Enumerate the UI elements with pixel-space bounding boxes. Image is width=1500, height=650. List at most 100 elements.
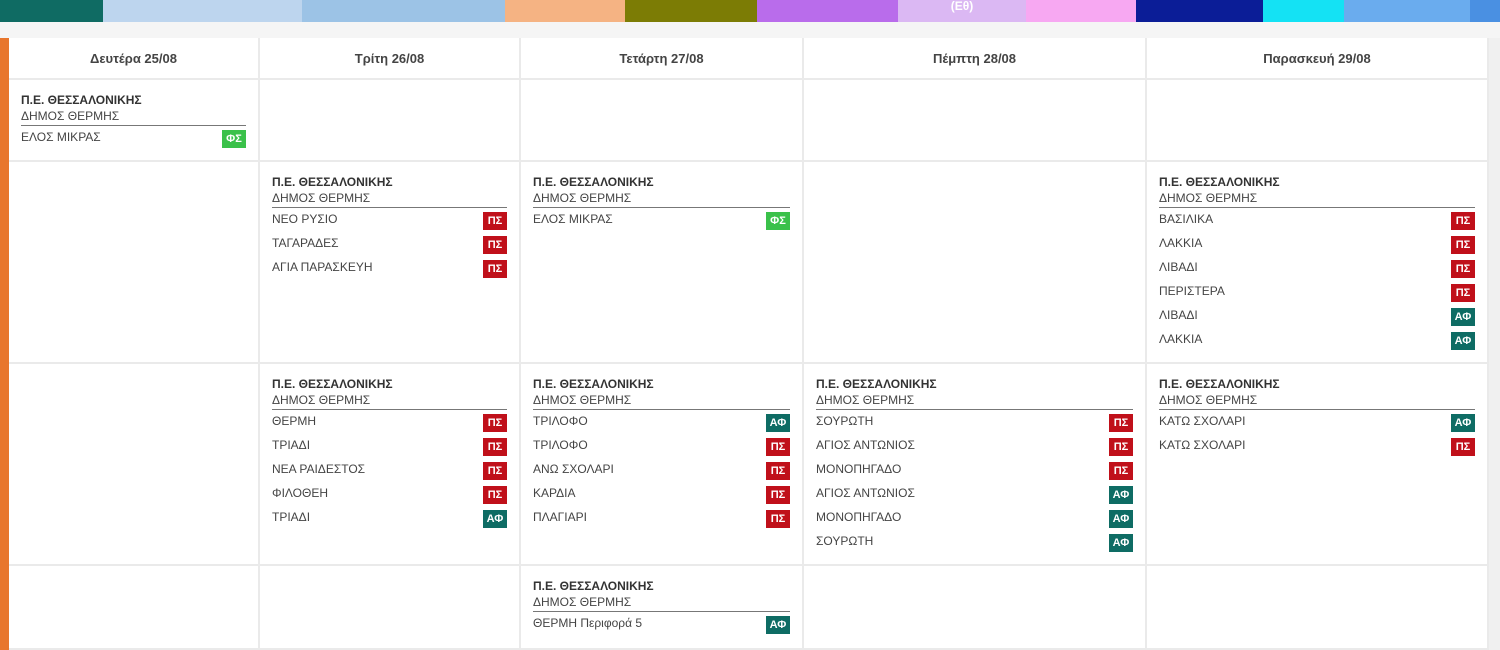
day-cell[interactable]: Π.Ε. ΘΕΣΣΑΛΟΝΙΚΗΣ ΔΗΜΟΣ ΘΕΡΜΗΣ ΝΕΟ ΡΥΣΙΟ ΠΣ…	[260, 162, 521, 364]
schedule-entry[interactable]: Π.Ε. ΘΕΣΣΑΛΟΝΙΚΗΣ ΔΗΜΟΣ ΘΕΡΜΗΣ ΤΡΙΛΟΦΟ ΑΦ ΤΡ…	[533, 376, 790, 533]
day-cell[interactable]: Π.Ε. ΘΕΣΣΑΛΟΝΙΚΗΣ ΔΗΜΟΣ ΘΕΡΜΗΣ ΤΡΙΛΟΦΟ ΑΦ ΤΡ…	[521, 364, 804, 566]
legend-color-segment[interactable]	[302, 0, 505, 22]
type-badge[interactable]: ΑΦ	[766, 616, 790, 634]
type-badge[interactable]: ΑΦ	[1451, 332, 1475, 350]
legend-color-segment[interactable]	[625, 0, 757, 22]
location-name: ΜΟΝΟΠΗΓΑΔΟ	[816, 510, 902, 524]
location-item[interactable]: ΣΟΥΡΩΤΗ ΑΦ	[816, 533, 1133, 557]
schedule-entry[interactable]: Π.Ε. ΘΕΣΣΑΛΟΝΙΚΗΣ ΔΗΜΟΣ ΘΕΡΜΗΣ ΘΕΡΜΗ ΠΣ ΤΡΙΑ…	[272, 376, 507, 533]
type-badge[interactable]: ΠΣ	[1451, 260, 1475, 278]
type-badge[interactable]: ΑΦ	[1109, 534, 1133, 552]
type-badge[interactable]: ΑΦ	[1109, 486, 1133, 504]
location-item[interactable]: ΦΙΛΟΘΕΗ ΠΣ	[272, 485, 507, 509]
type-badge[interactable]: ΠΣ	[483, 260, 507, 278]
location-item[interactable]: ΕΛΟΣ ΜΙΚΡΑΣ ΦΣ	[533, 211, 790, 235]
location-item[interactable]: ΜΟΝΟΠΗΓΑΔΟ ΑΦ	[816, 509, 1133, 533]
schedule-entry[interactable]: Π.Ε. ΘΕΣΣΑΛΟΝΙΚΗΣ ΔΗΜΟΣ ΘΕΡΜΗΣ ΕΛΟΣ ΜΙΚΡΑΣ…	[21, 92, 246, 153]
type-badge[interactable]: ΠΣ	[1451, 438, 1475, 456]
location-name: ΕΛΟΣ ΜΙΚΡΑΣ	[533, 212, 613, 226]
type-badge[interactable]: ΠΣ	[766, 486, 790, 504]
schedule-entry[interactable]: Π.Ε. ΘΕΣΣΑΛΟΝΙΚΗΣ ΔΗΜΟΣ ΘΕΡΜΗΣ ΒΑΣΙΛΙΚΑ ΠΣ Λ…	[1159, 174, 1475, 355]
day-cell[interactable]: Π.Ε. ΘΕΣΣΑΛΟΝΙΚΗΣ ΔΗΜΟΣ ΘΕΡΜΗΣ ΒΑΣΙΛΙΚΑ ΠΣ Λ…	[1147, 162, 1489, 364]
location-item[interactable]: ΝΕΑ ΡΑΙΔΕΣΤΟΣ ΠΣ	[272, 461, 507, 485]
location-item[interactable]: ΤΡΙΛΟΦΟ ΑΦ	[533, 413, 790, 437]
legend-color-segment[interactable]	[0, 0, 103, 22]
type-badge[interactable]: ΠΣ	[766, 438, 790, 456]
location-item[interactable]: ΕΛΟΣ ΜΙΚΡΑΣ ΦΣ	[21, 129, 246, 153]
legend-color-segment[interactable]	[1263, 0, 1344, 22]
location-item[interactable]: ΘΕΡΜΗ Περιφορά 5 ΑΦ	[533, 615, 790, 639]
legend-color-segment[interactable]	[1136, 0, 1263, 22]
location-item[interactable]: ΝΕΟ ΡΥΣΙΟ ΠΣ	[272, 211, 507, 235]
type-badge[interactable]: ΠΣ	[766, 462, 790, 480]
type-badge[interactable]: ΑΦ	[1109, 510, 1133, 528]
location-item[interactable]: ΠΛΑΓΙΑΡΙ ΠΣ	[533, 509, 790, 533]
legend-color-segment[interactable]	[757, 0, 898, 22]
type-badge[interactable]: ΠΣ	[1109, 438, 1133, 456]
type-badge[interactable]: ΠΣ	[1451, 212, 1475, 230]
schedule-entry[interactable]: Π.Ε. ΘΕΣΣΑΛΟΝΙΚΗΣ ΔΗΜΟΣ ΘΕΡΜΗΣ ΘΕΡΜΗ Περιφ…	[533, 578, 790, 639]
schedule-entry[interactable]: Π.Ε. ΘΕΣΣΑΛΟΝΙΚΗΣ ΔΗΜΟΣ ΘΕΡΜΗΣ ΚΑΤΩ ΣΧΟΛΑΡ…	[1159, 376, 1475, 461]
type-badge[interactable]: ΠΣ	[483, 236, 507, 254]
location-item[interactable]: ΚΑΡΔΙΑ ΠΣ	[533, 485, 790, 509]
schedule-entry[interactable]: Π.Ε. ΘΕΣΣΑΛΟΝΙΚΗΣ ΔΗΜΟΣ ΘΕΡΜΗΣ ΝΕΟ ΡΥΣΙΟ ΠΣ…	[272, 174, 507, 283]
type-badge[interactable]: ΠΣ	[1451, 284, 1475, 302]
type-badge[interactable]: ΠΣ	[1109, 414, 1133, 432]
legend-color-segment[interactable]	[505, 0, 625, 22]
region-label: Π.Ε. ΘΕΣΣΑΛΟΝΙΚΗΣ	[816, 377, 937, 391]
legend-color-segment[interactable]	[1470, 0, 1500, 22]
location-item[interactable]: ΤΡΙΛΟΦΟ ΠΣ	[533, 437, 790, 461]
location-item[interactable]: ΛΑΚΚΙΑ ΠΣ	[1159, 235, 1475, 259]
legend-color-segment[interactable]	[1026, 0, 1136, 22]
location-item[interactable]: ΛΙΒΑΔΙ ΑΦ	[1159, 307, 1475, 331]
day-header: Πέμπτη 28/08	[804, 38, 1147, 80]
location-item[interactable]: ΛΙΒΑΔΙ ΠΣ	[1159, 259, 1475, 283]
type-badge[interactable]: ΑΦ	[483, 510, 507, 528]
location-item[interactable]: ΚΑΤΩ ΣΧΟΛΑΡΙ ΑΦ	[1159, 413, 1475, 437]
location-item[interactable]: ΤΡΙΑΔΙ ΑΦ	[272, 509, 507, 533]
schedule-entry[interactable]: Π.Ε. ΘΕΣΣΑΛΟΝΙΚΗΣ ΔΗΜΟΣ ΘΕΡΜΗΣ ΣΟΥΡΩΤΗ ΠΣ ΑΓ…	[816, 376, 1133, 557]
type-badge[interactable]: ΑΦ	[766, 414, 790, 432]
legend-color-segment[interactable]: (Εθ)	[898, 0, 1026, 22]
type-badge[interactable]: ΠΣ	[766, 510, 790, 528]
legend-color-segment[interactable]	[1344, 0, 1470, 22]
type-badge[interactable]: ΠΣ	[1451, 236, 1475, 254]
type-badge[interactable]: ΑΦ	[1451, 308, 1475, 326]
legend-color-segment[interactable]	[103, 0, 302, 22]
location-item[interactable]: ΑΓΙΟΣ ΑΝΤΩΝΙΟΣ ΠΣ	[816, 437, 1133, 461]
type-badge[interactable]: ΠΣ	[483, 212, 507, 230]
type-badge[interactable]: ΑΦ	[1451, 414, 1475, 432]
row-accent-bar	[0, 162, 9, 364]
municipality-label: ΔΗΜΟΣ ΘΕΡΜΗΣ	[533, 190, 790, 208]
day-cell	[804, 80, 1147, 162]
schedule-entry[interactable]: Π.Ε. ΘΕΣΣΑΛΟΝΙΚΗΣ ΔΗΜΟΣ ΘΕΡΜΗΣ ΕΛΟΣ ΜΙΚΡΑΣ…	[533, 174, 790, 235]
type-badge[interactable]: ΠΣ	[1109, 462, 1133, 480]
location-item[interactable]: ΚΑΤΩ ΣΧΟΛΑΡΙ ΠΣ	[1159, 437, 1475, 461]
day-cell[interactable]: Π.Ε. ΘΕΣΣΑΛΟΝΙΚΗΣ ΔΗΜΟΣ ΘΕΡΜΗΣ ΘΕΡΜΗ ΠΣ ΤΡΙΑ…	[260, 364, 521, 566]
day-cell[interactable]: Π.Ε. ΘΕΣΣΑΛΟΝΙΚΗΣ ΔΗΜΟΣ ΘΕΡΜΗΣ ΕΛΟΣ ΜΙΚΡΑΣ…	[9, 80, 260, 162]
day-cell[interactable]: Π.Ε. ΘΕΣΣΑΛΟΝΙΚΗΣ ΔΗΜΟΣ ΘΕΡΜΗΣ ΘΕΡΜΗ Περιφ…	[521, 566, 804, 650]
location-item[interactable]: ΒΑΣΙΛΙΚΑ ΠΣ	[1159, 211, 1475, 235]
day-cell	[804, 566, 1147, 650]
type-badge[interactable]: ΠΣ	[483, 486, 507, 504]
day-cell[interactable]: Π.Ε. ΘΕΣΣΑΛΟΝΙΚΗΣ ΔΗΜΟΣ ΘΕΡΜΗΣ ΕΛΟΣ ΜΙΚΡΑΣ…	[521, 162, 804, 364]
day-cell	[1147, 566, 1489, 650]
day-cell[interactable]: Π.Ε. ΘΕΣΣΑΛΟΝΙΚΗΣ ΔΗΜΟΣ ΘΕΡΜΗΣ ΚΑΤΩ ΣΧΟΛΑΡ…	[1147, 364, 1489, 566]
location-item[interactable]: ΠΕΡΙΣΤΕΡΑ ΠΣ	[1159, 283, 1475, 307]
location-item[interactable]: ΤΡΙΑΔΙ ΠΣ	[272, 437, 507, 461]
type-badge[interactable]: ΦΣ	[222, 130, 246, 148]
type-badge[interactable]: ΦΣ	[766, 212, 790, 230]
type-badge[interactable]: ΠΣ	[483, 462, 507, 480]
location-item[interactable]: ΤΑΓΑΡΑΔΕΣ ΠΣ	[272, 235, 507, 259]
location-item[interactable]: ΣΟΥΡΩΤΗ ΠΣ	[816, 413, 1133, 437]
location-item[interactable]: ΛΑΚΚΙΑ ΑΦ	[1159, 331, 1475, 355]
type-badge[interactable]: ΠΣ	[483, 414, 507, 432]
location-item[interactable]: ΑΓΙΟΣ ΑΝΤΩΝΙΟΣ ΑΦ	[816, 485, 1133, 509]
type-badge[interactable]: ΠΣ	[483, 438, 507, 456]
day-cell[interactable]: Π.Ε. ΘΕΣΣΑΛΟΝΙΚΗΣ ΔΗΜΟΣ ΘΕΡΜΗΣ ΣΟΥΡΩΤΗ ΠΣ ΑΓ…	[804, 364, 1147, 566]
location-item[interactable]: ΑΝΩ ΣΧΟΛΑΡΙ ΠΣ	[533, 461, 790, 485]
scroll-edge	[1489, 38, 1500, 80]
location-item[interactable]: ΑΓΙΑ ΠΑΡΑΣΚΕΥΗ ΠΣ	[272, 259, 507, 283]
location-item[interactable]: ΘΕΡΜΗ ΠΣ	[272, 413, 507, 437]
location-item[interactable]: ΜΟΝΟΠΗΓΑΔΟ ΠΣ	[816, 461, 1133, 485]
